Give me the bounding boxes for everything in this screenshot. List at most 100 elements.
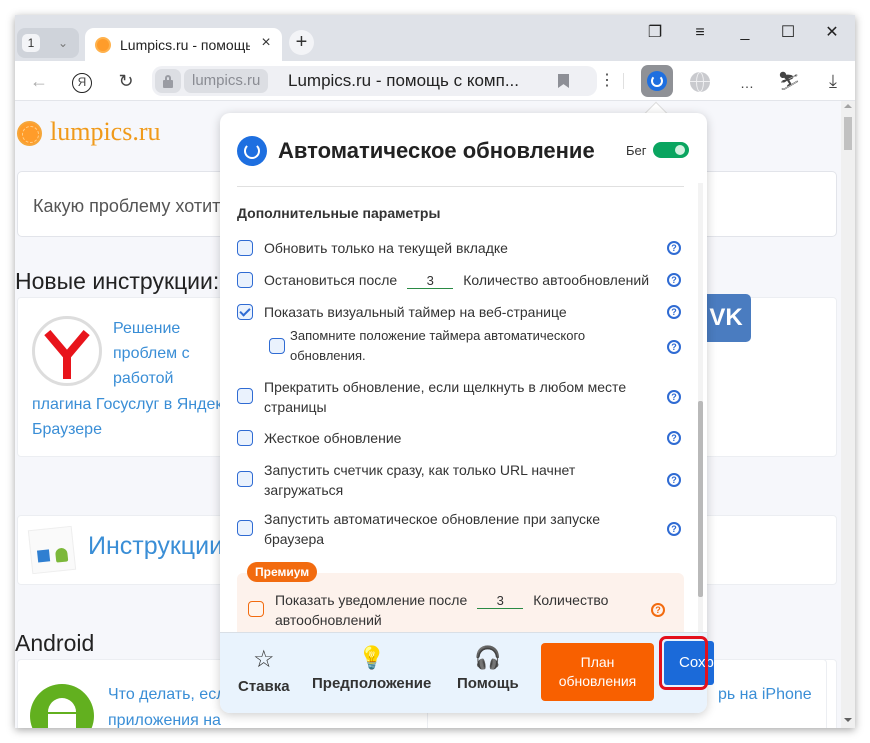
scroll-thumb[interactable] bbox=[844, 117, 852, 150]
browser-toolbar: ← Я ↻ lumpics.ru Lumpics.ru - помощь с к… bbox=[15, 61, 855, 101]
section-title: Дополнительные параметры bbox=[237, 205, 441, 221]
omnibox-page-title: Lumpics.ru - помощь с комп... bbox=[288, 71, 519, 90]
popup-footer: ☆ Ставка 💡 Предположение 🎧 Помощь План о… bbox=[220, 632, 707, 713]
highlight-frame bbox=[659, 636, 708, 690]
download-icon[interactable]: ⤓ bbox=[821, 69, 845, 93]
profile-icon[interactable]: ⛷ bbox=[777, 69, 801, 93]
menu-icon[interactable]: ≡ bbox=[685, 23, 715, 43]
checkbox-start-on-browser-launch[interactable] bbox=[237, 520, 253, 536]
tab-lumpics[interactable]: Lumpics.ru - помощь с компьютером × bbox=[85, 28, 282, 61]
chevron-down-icon[interactable]: ⌄ bbox=[51, 32, 75, 54]
help-icon[interactable]: ? bbox=[667, 522, 681, 536]
bookmarks-panel-icon[interactable]: ❐ bbox=[640, 23, 670, 43]
article-link-line3[interactable]: работой bbox=[113, 366, 174, 392]
popup-scroll-thumb[interactable] bbox=[698, 401, 703, 597]
refresh-count-label: Количество автообновлений bbox=[463, 272, 650, 288]
option-label: Прекратить обновление, если щелкнуть в л… bbox=[264, 379, 627, 415]
orange-favicon-icon bbox=[95, 37, 111, 53]
tab-count-badge[interactable]: 1 bbox=[22, 34, 40, 52]
android-article-line1[interactable]: Что делать, если bbox=[108, 682, 234, 708]
help-icon[interactable]: ? bbox=[667, 273, 681, 287]
lock-icon[interactable] bbox=[155, 69, 181, 93]
new-tab-button[interactable]: + bbox=[289, 30, 314, 55]
tab-group-controls: 1 ⌄ bbox=[17, 28, 79, 58]
article-link-line1[interactable]: Решение bbox=[113, 316, 180, 342]
instructions-heading[interactable]: Инструкции bbox=[88, 532, 223, 561]
rate-button[interactable]: ☆ Ставка bbox=[238, 645, 290, 695]
toolbar-separator bbox=[623, 73, 624, 89]
tab-strip: 1 ⌄ Lumpics.ru - помощь с компьютером × … bbox=[15, 15, 855, 61]
android-article-line2[interactable]: приложения на bbox=[108, 708, 221, 728]
plan-refresh-button[interactable]: План обновления bbox=[541, 643, 654, 701]
stop-after-count-input[interactable] bbox=[407, 273, 454, 289]
option-label: Показать уведомление послеКоличество авт… bbox=[275, 590, 608, 630]
checkbox-stop-on-click[interactable] bbox=[237, 388, 253, 404]
lightbulb-icon: 💡 bbox=[357, 645, 386, 670]
checkbox-remember-timer-position[interactable] bbox=[269, 338, 285, 354]
iphone-article-link[interactable]: рь на iPhone bbox=[718, 682, 812, 708]
yandex-browser-icon bbox=[32, 316, 102, 386]
run-toggle[interactable] bbox=[653, 142, 689, 158]
popup-title: Автоматическое обновление bbox=[278, 138, 595, 163]
help-icon[interactable]: ? bbox=[667, 473, 681, 487]
auto-refresh-popup: Автоматическое обновление Бег Дополнител… bbox=[220, 113, 707, 713]
run-label: Бег bbox=[626, 143, 647, 158]
option-label: Запомните положение таймера автоматическ… bbox=[290, 328, 586, 363]
maximize-icon[interactable]: ☐ bbox=[773, 23, 803, 43]
help-icon[interactable]: ? bbox=[667, 340, 681, 354]
lumpics-logo-icon[interactable] bbox=[17, 121, 42, 146]
site-name[interactable]: lumpics.ru bbox=[50, 117, 161, 147]
option-label: Запустить счетчик сразу, как только URL … bbox=[264, 462, 576, 498]
android-icon bbox=[30, 684, 94, 728]
help-icon[interactable]: ? bbox=[667, 241, 681, 255]
new-instructions-heading: Новые инструкции: bbox=[15, 268, 220, 294]
premium-badge: Премиум bbox=[247, 562, 318, 582]
ellipsis-icon[interactable]: … bbox=[735, 71, 759, 95]
globe-icon[interactable] bbox=[690, 72, 710, 92]
more-vertical-icon[interactable]: ⋮ bbox=[595, 69, 619, 93]
auto-refresh-logo-icon bbox=[237, 136, 267, 166]
help-button[interactable]: 🎧 Помощь bbox=[457, 645, 519, 692]
close-tab-icon[interactable]: × bbox=[257, 34, 275, 52]
option-label: Жесткое обновление bbox=[264, 430, 402, 446]
article-link-line2[interactable]: проблем с bbox=[113, 341, 190, 367]
scroll-up-arrow-icon[interactable] bbox=[844, 104, 852, 108]
notify-after-count-input[interactable] bbox=[477, 593, 524, 609]
option-label: Показать визуальный таймер на веб-страни… bbox=[264, 304, 567, 320]
help-icon[interactable]: ? bbox=[667, 305, 681, 319]
option-label: Запустить автоматическое обновление при … bbox=[264, 511, 601, 547]
stop-after-label: Остановиться после bbox=[264, 272, 398, 288]
android-heading: Android bbox=[15, 630, 95, 656]
article-link-line5[interactable]: Браузере bbox=[32, 417, 102, 443]
option-label: Обновить только на текущей вкладке bbox=[264, 240, 508, 256]
help-icon[interactable]: ? bbox=[667, 390, 681, 404]
page-scrollbar[interactable] bbox=[841, 101, 855, 728]
suggest-button[interactable]: 💡 Предположение bbox=[312, 645, 431, 692]
help-icon[interactable]: ? bbox=[651, 603, 665, 617]
checkbox-hard-refresh[interactable] bbox=[237, 430, 253, 446]
domain-chip[interactable]: lumpics.ru bbox=[184, 69, 269, 93]
os-cube-icon bbox=[27, 525, 77, 575]
help-icon[interactable]: ? bbox=[667, 431, 681, 445]
address-bar[interactable]: lumpics.ru Lumpics.ru - помощь с комп... bbox=[152, 66, 597, 96]
scroll-down-arrow-icon[interactable] bbox=[844, 718, 852, 722]
option-label: Остановиться после Количество автообновле… bbox=[264, 270, 649, 290]
checkbox-notify-after[interactable] bbox=[248, 601, 264, 617]
bookmark-icon[interactable] bbox=[558, 74, 569, 88]
vk-icon[interactable]: VK bbox=[701, 294, 751, 342]
headset-icon: 🎧 bbox=[474, 645, 502, 670]
divider bbox=[237, 186, 684, 187]
tab-title: Lumpics.ru - помощь с компьютером bbox=[120, 37, 250, 53]
checkbox-current-tab-only[interactable] bbox=[237, 240, 253, 256]
minimize-icon[interactable]: _ bbox=[730, 23, 760, 43]
checkbox-start-on-url-load[interactable] bbox=[237, 471, 253, 487]
checkbox-visual-timer[interactable] bbox=[237, 304, 253, 320]
article-link-line4[interactable]: плагина Госуслуг в Яндекс bbox=[32, 392, 231, 418]
reload-icon[interactable]: ↻ bbox=[114, 69, 138, 93]
close-icon[interactable]: ✕ bbox=[817, 23, 847, 43]
checkbox-stop-after[interactable] bbox=[237, 272, 253, 288]
auto-refresh-extension-icon[interactable] bbox=[641, 65, 673, 97]
star-icon: ☆ bbox=[253, 646, 275, 673]
yandex-icon[interactable]: Я bbox=[70, 69, 94, 93]
back-icon[interactable]: ← bbox=[27, 69, 51, 93]
